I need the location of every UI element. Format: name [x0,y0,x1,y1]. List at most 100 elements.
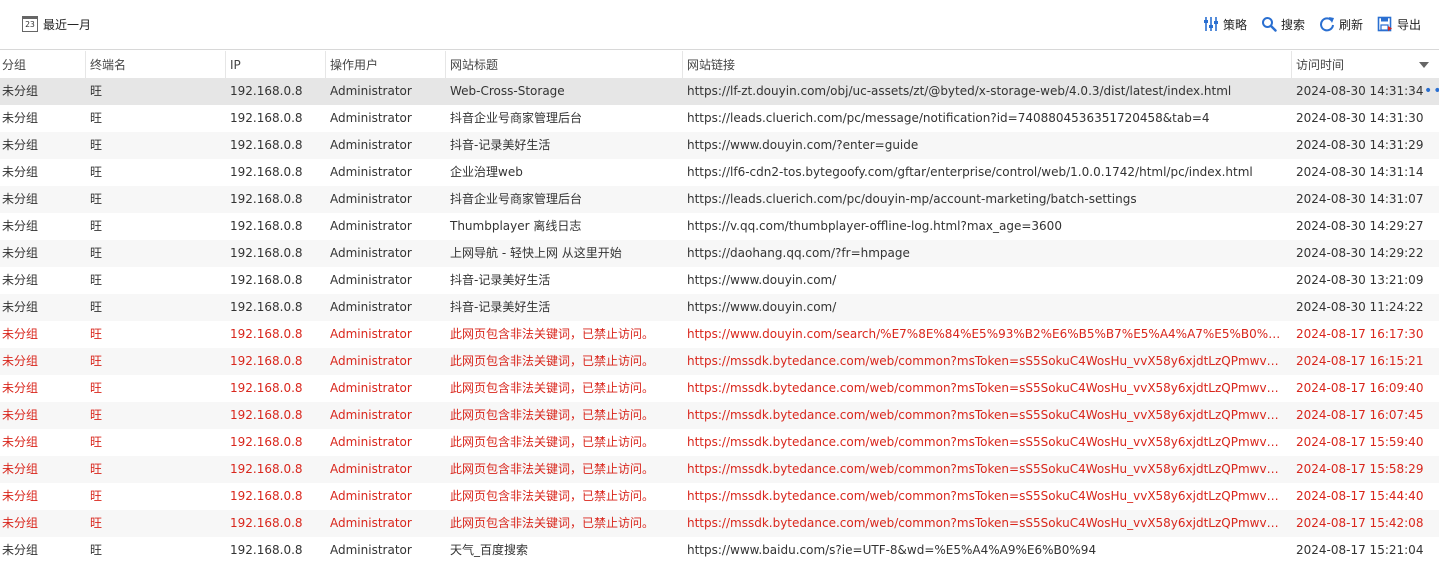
cell-terminal: 旺 [90,219,103,233]
cell-title: 此网页包含非法关键词，已禁止访问。 [450,489,655,503]
table-row[interactable]: 未分组 旺 192.168.0.8 Administrator 企业治理web https… [0,159,1439,186]
cell-user: Administrator [330,462,412,476]
cell-title: Web-Cross-Storage [450,84,565,98]
cell-ip: 192.168.0.8 [230,462,303,476]
cell-group: 未分组 [2,300,39,314]
cell-time: 2024-08-17 15:59:40 [1296,435,1424,449]
table-row[interactable]: 未分组 旺 192.168.0.8 Administrator 此网页包含非法关键词，已… [0,429,1439,456]
cell-url: https://mssdk.bytedance.com/web/common?m… [687,516,1292,530]
cell-user: Administrator [330,111,412,125]
cell-terminal: 旺 [90,408,103,422]
cell-terminal: 旺 [90,84,103,98]
cell-terminal: 旺 [90,543,103,557]
cell-time: 2024-08-17 16:09:40 [1296,381,1424,395]
table-row[interactable]: 未分组 旺 192.168.0.8 Administrator 此网页包含非法关键词，已… [0,483,1439,510]
cell-terminal: 旺 [90,300,103,314]
cell-url: https://v.qq.com/thumbplayer-offline-log… [687,219,1062,233]
calendar-icon: 23 [22,16,38,32]
cell-group: 未分组 [2,408,39,422]
table-row[interactable]: 未分组 旺 192.168.0.8 Administrator 此网页包含非法关键词，已… [0,375,1439,402]
column-header-group[interactable]: 分组 [0,51,86,79]
table-row[interactable]: 未分组 旺 192.168.0.8 Administrator 天气_百度搜索 https… [0,537,1439,564]
cell-group: 未分组 [2,516,39,530]
cell-group: 未分组 [2,327,39,341]
cell-ip: 192.168.0.8 [230,246,303,260]
cell-ip: 192.168.0.8 [230,138,303,152]
cell-time: 2024-08-17 16:17:30 [1296,327,1424,341]
cell-terminal: 旺 [90,111,103,125]
cell-group: 未分组 [2,246,39,260]
cell-title: 抖音-记录美好生活 [450,300,551,314]
cell-group: 未分组 [2,489,39,503]
table-row[interactable]: 未分组 旺 192.168.0.8 Administrator 抖音-记录美好生活 htt… [0,294,1439,321]
cell-user: Administrator [330,273,412,287]
cell-title: 此网页包含非法关键词，已禁止访问。 [450,381,655,395]
table-row[interactable]: 未分组 旺 192.168.0.8 Administrator 抖音企业号商家管理后台 h… [0,105,1439,132]
refresh-label: 刷新 [1338,17,1363,32]
cell-url: https://mssdk.bytedance.com/web/common?m… [687,462,1292,476]
search-label: 搜索 [1280,17,1305,32]
table-row[interactable]: 未分组 旺 192.168.0.8 Administrator 上网导航 - 轻快上网 … [0,240,1439,267]
cell-user: Administrator [330,435,412,449]
cell-user: Administrator [330,84,412,98]
cell-terminal: 旺 [90,273,103,287]
cell-terminal: 旺 [90,462,103,476]
more-options-icon[interactable]: ••• [1424,84,1439,98]
table-row[interactable]: 未分组 旺 192.168.0.8 Administrator 抖音-记录美好生活 htt… [0,132,1439,159]
column-header-terminal[interactable]: 终端名 [86,51,226,79]
cell-terminal: 旺 [90,435,103,449]
cell-url: https://mssdk.bytedance.com/web/common?m… [687,381,1292,395]
cell-ip: 192.168.0.8 [230,165,303,179]
cell-ip: 192.168.0.8 [230,354,303,368]
table-row[interactable]: 未分组 旺 192.168.0.8 Administrator 此网页包含非法关键词，已… [0,456,1439,483]
refresh-button[interactable]: 刷新 [1319,16,1363,33]
cell-title: 此网页包含非法关键词，已禁止访问。 [450,327,655,341]
cell-terminal: 旺 [90,354,103,368]
table-row[interactable]: 未分组 旺 192.168.0.8 Administrator 抖音-记录美好生活 htt… [0,267,1439,294]
cell-user: Administrator [330,327,412,341]
column-header-ip[interactable]: IP [226,51,326,79]
table-row[interactable]: 未分组 旺 192.168.0.8 Administrator Thumbplayer … [0,213,1439,240]
cell-terminal: 旺 [90,192,103,206]
cell-url: https://leads.cluerich.com/pc/douyin-mp/… [687,192,1137,206]
cell-ip: 192.168.0.8 [230,516,303,530]
table-row[interactable]: 未分组 旺 192.168.0.8 Administrator 此网页包含非法关键词，已… [0,510,1439,537]
sort-desc-icon[interactable] [1419,62,1429,68]
date-range-label: 最近一月 [43,17,92,32]
cell-user: Administrator [330,516,412,530]
cell-group: 未分组 [2,165,39,179]
cell-time: 2024-08-30 14:29:22 [1296,246,1424,260]
cell-group: 未分组 [2,219,39,233]
table-row[interactable]: 未分组 旺 192.168.0.8 Administrator 此网页包含非法关键词，已… [0,402,1439,429]
column-header-title[interactable]: 网站标题 [446,51,683,79]
cell-url: https://www.douyin.com/ [687,300,837,314]
cell-time: 2024-08-17 16:07:45 [1296,408,1424,422]
cell-url: https://mssdk.bytedance.com/web/common?m… [687,354,1292,368]
cell-url: https://lf-zt.douyin.com/obj/uc-assets/z… [687,84,1232,98]
cell-url: https://www.douyin.com/?enter=guide [687,138,919,152]
cell-group: 未分组 [2,435,39,449]
cell-user: Administrator [330,219,412,233]
table-row[interactable]: 未分组 旺 192.168.0.8 Administrator 此网页包含非法关键词，已… [0,348,1439,375]
column-header-time[interactable]: 访问时间 [1292,51,1439,79]
search-button[interactable]: 搜索 [1261,16,1305,33]
column-header-user[interactable]: 操作用户 [326,51,446,79]
cell-group: 未分组 [2,138,39,152]
cell-url: https://mssdk.bytedance.com/web/common?m… [687,435,1292,449]
cell-url: https://daohang.qq.com/?fr=hmpage [687,246,910,260]
cell-ip: 192.168.0.8 [230,300,303,314]
cell-user: Administrator [330,300,412,314]
export-button[interactable]: 导出 [1377,16,1421,33]
column-header-url[interactable]: 网站链接 [683,51,1292,79]
table-row[interactable]: 未分组 旺 192.168.0.8 Administrator 抖音企业号商家管理后台 h… [0,186,1439,213]
cell-terminal: 旺 [90,246,103,260]
cell-group: 未分组 [2,111,39,125]
cell-ip: 192.168.0.8 [230,408,303,422]
cell-url: https://mssdk.bytedance.com/web/common?m… [687,408,1292,422]
table-row[interactable]: 未分组 旺 192.168.0.8 Administrator 此网页包含非法关键词，已… [0,321,1439,348]
table-row[interactable]: 未分组 旺 192.168.0.8 Administrator Web-Cross-St… [0,78,1439,105]
strategy-button[interactable]: 策略 [1203,16,1247,33]
cell-terminal: 旺 [90,165,103,179]
date-range-button[interactable]: 23 最近一月 [22,14,91,34]
cell-time: 2024-08-17 15:58:29 [1296,462,1424,476]
